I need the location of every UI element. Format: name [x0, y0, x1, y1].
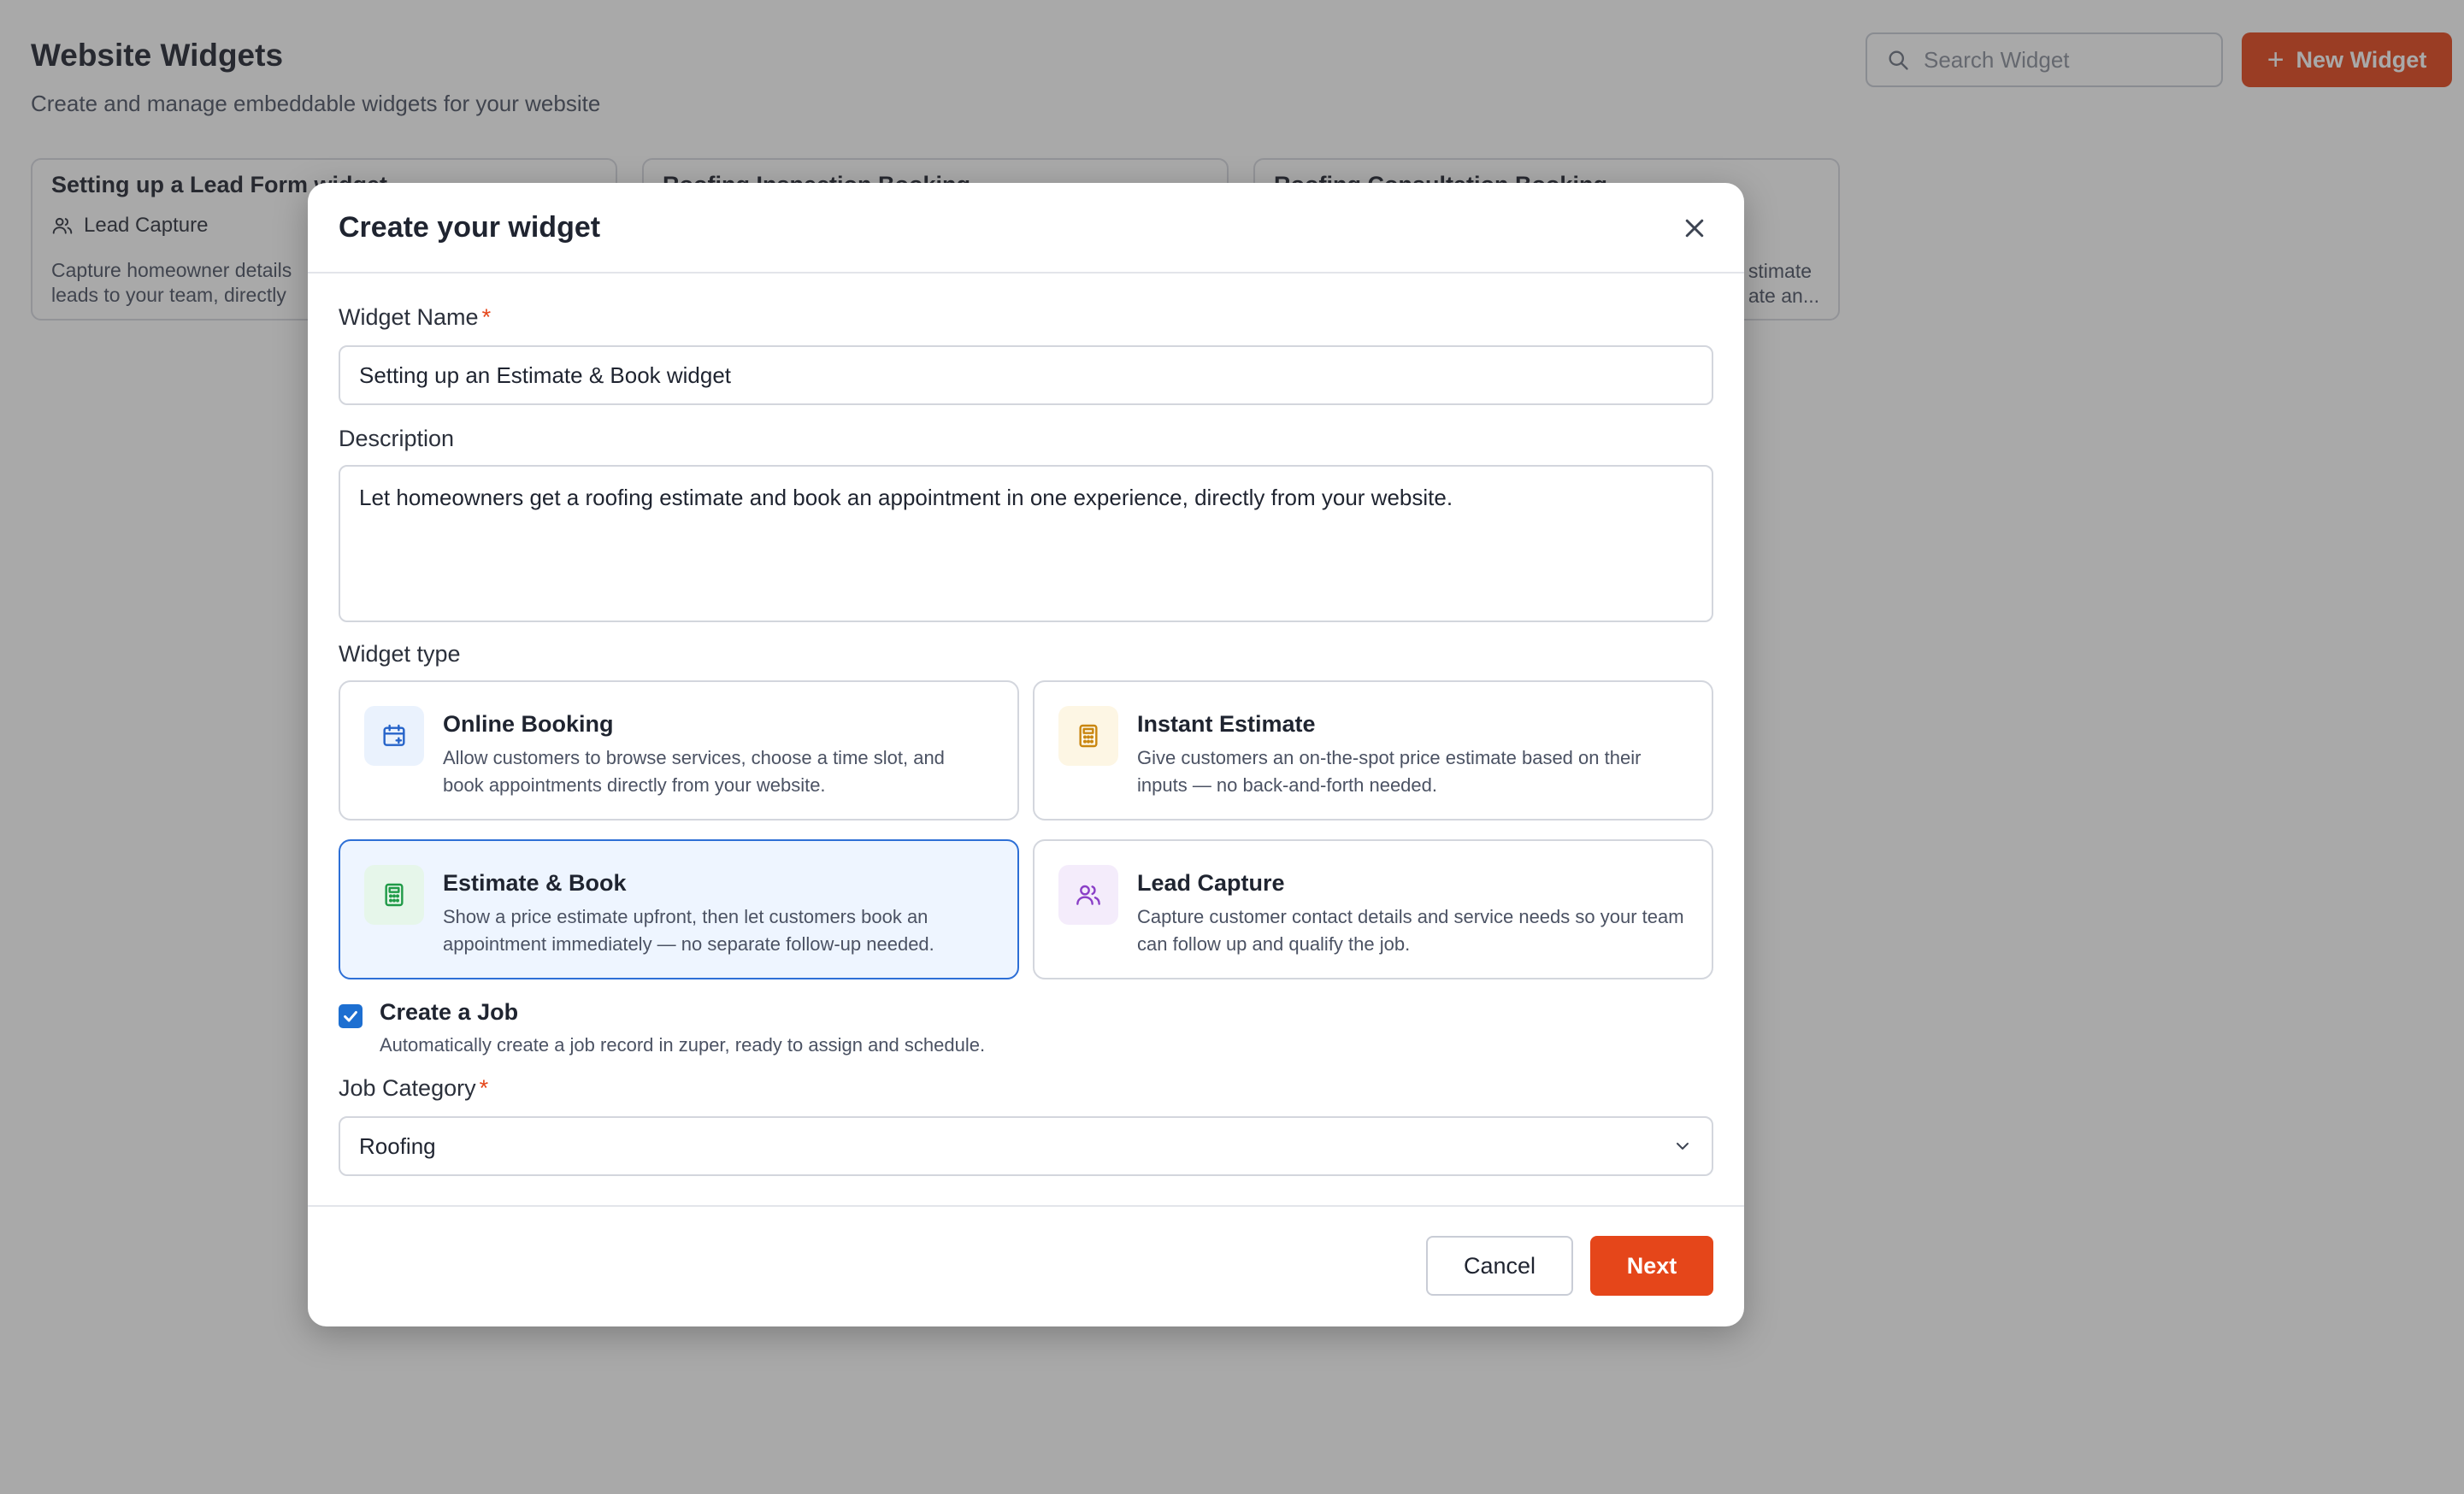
- widget-name-label: Widget Name *: [339, 304, 491, 331]
- create-job-text: Create a Job Automatically create a job …: [380, 999, 985, 1056]
- job-category-label: Job Category *: [339, 1075, 488, 1102]
- widget-type-description: Show a price estimate upfront, then let …: [443, 906, 934, 955]
- description-textarea[interactable]: Let homeowners get a roofing estimate an…: [339, 465, 1713, 622]
- required-mark: *: [481, 304, 492, 330]
- job-category-label-text: Job Category: [339, 1075, 476, 1101]
- required-mark: *: [479, 1075, 489, 1101]
- dialog-header: Create your widget: [308, 183, 1744, 274]
- widget-name-input[interactable]: [339, 345, 1713, 405]
- calendar-icon: [383, 724, 405, 746]
- widget-type-description: Capture customer contact details and ser…: [1137, 906, 1684, 955]
- dialog-title: Create your widget: [339, 210, 601, 244]
- job-category-select[interactable]: Roofing: [339, 1116, 1713, 1176]
- widget-type-lead-capture[interactable]: Lead Capture Capture customer contact de…: [1033, 839, 1713, 979]
- checkmark-icon: [344, 1010, 357, 1022]
- widget-type-icon: [364, 865, 424, 925]
- close-button[interactable]: [1676, 209, 1713, 247]
- calculator-icon: [1079, 724, 1098, 748]
- widget-type-icon: [364, 706, 424, 766]
- create-widget-dialog: Create your widget Widget Name* Descript…: [308, 183, 1744, 1326]
- description-label: Description: [339, 426, 455, 451]
- create-job-label: Create a Job: [380, 999, 519, 1025]
- create-job-checkbox[interactable]: [339, 1004, 363, 1028]
- widget-type-text: Instant Estimate Give customers an on-th…: [1137, 706, 1684, 796]
- dialog-footer: Cancel Next: [308, 1205, 1744, 1326]
- users-icon: [1076, 885, 1100, 905]
- widget-type-text: Estimate & Book Show a price estimate up…: [443, 865, 990, 955]
- widget-type-text: Online Booking Allow customers to browse…: [443, 706, 990, 796]
- widget-type-description: Allow customers to browse services, choo…: [443, 747, 945, 796]
- widget-name-label-text: Widget Name: [339, 304, 479, 330]
- widget-type-icon: [1058, 865, 1118, 925]
- widget-type-name: Instant Estimate: [1137, 711, 1316, 737]
- widget-type-text: Lead Capture Capture customer contact de…: [1137, 865, 1684, 955]
- widget-type-icon: [1058, 706, 1118, 766]
- widget-type-estimate-and-book[interactable]: Estimate & Book Show a price estimate up…: [339, 839, 1019, 979]
- widget-type-description: Give customers an on-the-spot price esti…: [1137, 747, 1642, 796]
- widget-type-instant-estimate[interactable]: Instant Estimate Give customers an on-th…: [1033, 680, 1713, 821]
- widget-type-label: Widget type: [339, 641, 461, 667]
- close-icon: [1685, 219, 1704, 238]
- job-category-value: Roofing: [359, 1132, 436, 1159]
- calculator-icon: [385, 883, 404, 907]
- create-job-description: Automatically create a job record in zup…: [380, 1034, 986, 1056]
- create-job-row: Create a Job Automatically create a job …: [339, 999, 985, 1056]
- next-button[interactable]: Next: [1590, 1236, 1713, 1296]
- chevron-down-icon: [1677, 1143, 1689, 1150]
- widget-type-name: Online Booking: [443, 711, 614, 737]
- widget-type-online-booking[interactable]: Online Booking Allow customers to browse…: [339, 680, 1019, 821]
- widget-type-name: Estimate & Book: [443, 870, 627, 896]
- widget-type-name: Lead Capture: [1137, 870, 1285, 896]
- cancel-button[interactable]: Cancel: [1426, 1236, 1573, 1296]
